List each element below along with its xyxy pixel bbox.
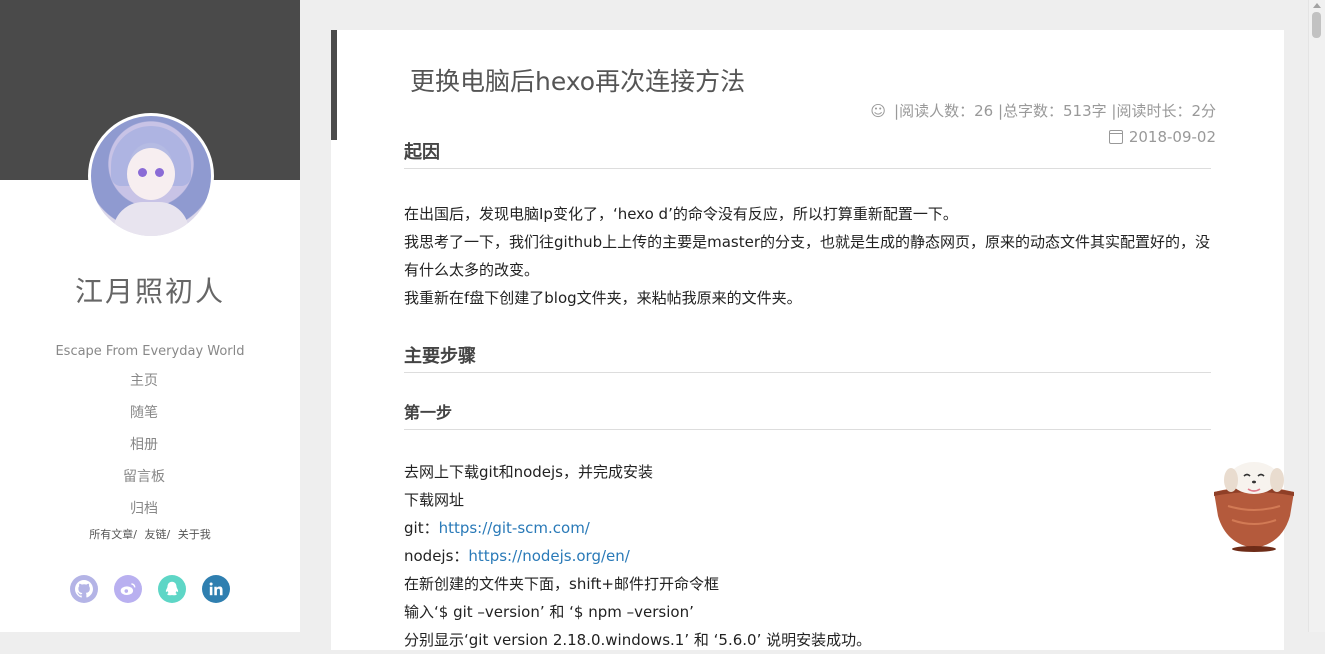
heading-origin: 起因	[404, 138, 1211, 169]
paragraph: 下载网址	[404, 491, 465, 509]
sidebar-nav: 主页 随笔 相册 留言板 归档	[0, 370, 288, 530]
paragraph: 分别显示‘git version 2.18.0.windows.1’ 和 ‘5.…	[404, 631, 872, 649]
sidebar-subnav: 所有文章/ 友链/ 关于我	[0, 526, 300, 542]
post-meta-text: |阅读人数：26 |总字数：513字 |阅读时长：2分	[894, 102, 1216, 120]
paragraph: 去网上下载git和nodejs，并完成安装	[404, 463, 653, 481]
article-accent-bar	[331, 30, 337, 140]
nodejs-download-line: nodejs：https://nodejs.org/en/	[404, 542, 1211, 570]
paragraph: 在出国后，发现电脑Ip变化了，‘hexo d’的命令没有反应，所以打算重新配置一…	[404, 205, 958, 223]
nav-item-album[interactable]: 相册	[0, 434, 288, 466]
nav-item-guestbook[interactable]: 留言板	[0, 466, 288, 498]
paragraph: 输入‘$ git –version’ 和 ‘$ npm –version’	[404, 603, 694, 621]
paragraph: 在新创建的文件夹下面，shift+邮件打开命令框	[404, 575, 719, 593]
scroll-up-arrow-icon[interactable]	[1313, 3, 1321, 8]
subnav-all-posts[interactable]: 所有文章/	[89, 528, 137, 541]
nav-item-home[interactable]: 主页	[0, 370, 288, 402]
post-content: 起因 在出国后，发现电脑Ip变化了，‘hexo d’的命令没有反应，所以打算重新…	[404, 138, 1211, 654]
scrollbar-thumb[interactable]	[1312, 12, 1321, 38]
social-links	[70, 575, 230, 603]
vertical-scrollbar[interactable]	[1308, 0, 1325, 632]
git-link[interactable]: https://git-scm.com/	[439, 519, 590, 537]
subnav-links[interactable]: 友链/	[145, 528, 171, 541]
nodejs-label: nodejs：	[404, 547, 469, 565]
github-icon[interactable]	[70, 575, 98, 603]
site-subtitle: Escape From Everyday World	[55, 344, 245, 359]
git-download-line: git：https://git-scm.com/	[404, 514, 1211, 542]
weibo-icon[interactable]	[114, 575, 142, 603]
mascot-widget[interactable]	[1208, 458, 1300, 554]
post-title: 更换电脑后hexo再次连接方法	[410, 67, 746, 96]
git-label: git：	[404, 519, 439, 537]
post-meta: ☺ |阅读人数：26 |总字数：513字 |阅读时长：2分	[870, 100, 1216, 121]
smile-icon: ☺	[870, 102, 887, 120]
heading-main-steps: 主要步骤	[404, 342, 1211, 373]
sidebar: 江月照初人 Escape From Everyday World 主页 随笔 相…	[0, 0, 300, 632]
nav-item-essays[interactable]: 随笔	[0, 402, 288, 434]
linkedin-icon[interactable]	[202, 575, 230, 603]
qq-icon[interactable]	[158, 575, 186, 603]
paragraph: 我思考了一下，我们往github上上传的主要是master的分支，也就是生成的静…	[404, 233, 1211, 279]
site-title: 江月照初人	[74, 275, 225, 308]
subnav-about[interactable]: 关于我	[178, 528, 211, 541]
paragraph: 我重新在f盘下创建了blog文件夹，来粘帖我原来的文件夹。	[404, 289, 802, 307]
avatar[interactable]	[88, 113, 214, 239]
nodejs-link[interactable]: https://nodejs.org/en/	[468, 547, 629, 565]
heading-step-one: 第一步	[404, 399, 1211, 430]
